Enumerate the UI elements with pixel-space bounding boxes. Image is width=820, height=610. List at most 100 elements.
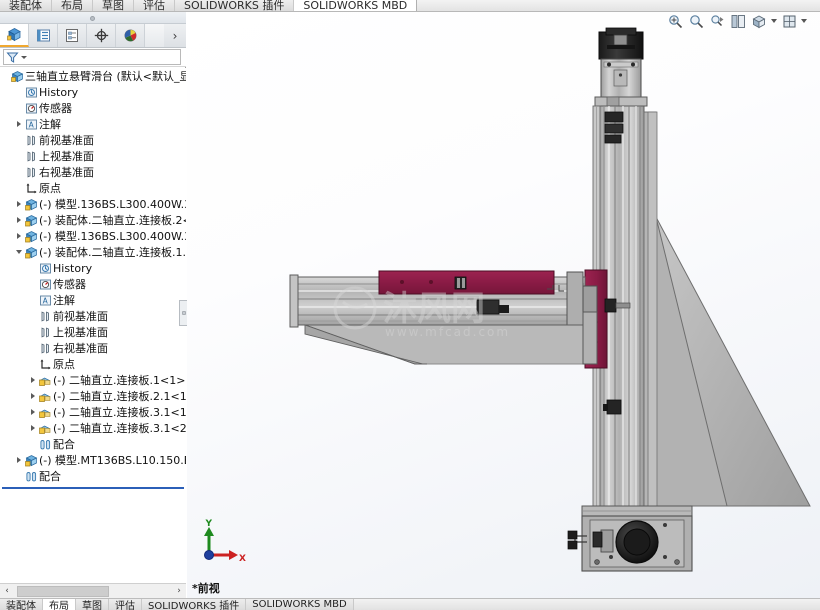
tree-item[interactable]: 右视基准面 — [0, 340, 186, 356]
tab-dimxpert-manager[interactable] — [87, 24, 116, 47]
status-tab-4[interactable]: SOLIDWORKS 插件 — [142, 599, 247, 610]
panel-pin-bar[interactable] — [0, 12, 186, 24]
expand-arrow-icon[interactable] — [17, 217, 21, 223]
tree-item-label: 原点 — [39, 182, 61, 195]
tree-item-icon-slot — [38, 342, 53, 355]
tree-item[interactable]: A 注解 — [0, 292, 186, 308]
tree-item[interactable]: 前视基准面 — [0, 308, 186, 324]
tree-expand-toggle[interactable] — [28, 393, 38, 399]
tree-expand-toggle[interactable] — [14, 233, 24, 239]
tree-item-label: 右视基准面 — [39, 166, 94, 179]
tree-item[interactable]: 配合 — [0, 436, 186, 452]
axis-triad: Y X — [199, 519, 247, 568]
expand-arrow-icon[interactable] — [17, 233, 21, 239]
tree-item[interactable]: 三轴直立悬臂滑台 (默认<默认_显示状态 — [0, 68, 186, 84]
expand-arrow-icon[interactable] — [31, 409, 35, 415]
command-tab-2[interactable]: 草图 — [93, 0, 134, 11]
status-tab-0[interactable]: 装配体 — [0, 599, 43, 610]
expand-arrow-icon[interactable] — [17, 201, 21, 207]
chevron-down-icon[interactable] — [21, 55, 27, 59]
command-tab-5[interactable]: SOLIDWORKS MBD — [294, 0, 418, 11]
tree-item[interactable]: 原点 — [0, 356, 186, 372]
tree-item[interactable]: (-) 二轴直立.连接板.3.1<2> (默 — [0, 420, 186, 436]
scroll-left-button[interactable]: ‹ — [0, 584, 14, 598]
plane-icon — [27, 135, 35, 145]
tree-item[interactable]: 上视基准面 — [0, 148, 186, 164]
tab-property-manager[interactable] — [29, 24, 58, 47]
tree-item[interactable]: 配合 — [0, 468, 186, 484]
tree-expand-toggle[interactable] — [14, 457, 24, 463]
tree-item-label: (-) 装配体.二轴直立.连接板.1.1<1> — [39, 246, 186, 259]
tree-item[interactable]: (-) 装配体.二轴直立.连接板.2<1> (默 — [0, 212, 186, 228]
tab-feature-manager-tree[interactable] — [0, 24, 29, 47]
tree-item[interactable]: (-) 二轴直立.连接板.3.1<1> (默 — [0, 404, 186, 420]
tree-expand-toggle[interactable] — [14, 217, 24, 223]
tree-item[interactable]: (-) 装配体.二轴直立.连接板.1.1<1> — [0, 244, 186, 260]
expand-arrow-icon[interactable] — [17, 457, 21, 463]
model-vector — [289, 27, 811, 572]
tree-expand-toggle[interactable] — [28, 377, 38, 383]
command-tab-4[interactable]: SOLIDWORKS 插件 — [175, 0, 295, 11]
three-axis-gantry-model[interactable] — [187, 12, 820, 598]
command-tab-3[interactable]: 评估 — [134, 0, 175, 11]
mate-icon — [40, 439, 51, 449]
tree-item[interactable]: 上视基准面 — [0, 324, 186, 340]
command-tab-1[interactable]: 布局 — [52, 0, 93, 11]
status-tab-1[interactable]: 布局 — [43, 599, 76, 610]
expand-arrow-icon[interactable] — [17, 121, 21, 127]
feature-tree[interactable]: 三轴直立悬臂滑台 (默认<默认_显示状态History传感器A注解前视基准面上视… — [0, 68, 186, 595]
tree-item-icon-slot — [24, 470, 39, 483]
tree-item-label: (-) 二轴直立.连接板.1<1> (默认 — [53, 374, 186, 387]
tree-expand-toggle[interactable] — [28, 409, 38, 415]
tree-item-label: 传感器 — [53, 278, 86, 291]
tree-item[interactable]: History — [0, 84, 186, 100]
tree-item-icon-slot — [10, 70, 25, 83]
tree-item[interactable]: (-) 模型.MT136BS.L10.150.BL.M40 — [0, 452, 186, 468]
command-tab-0[interactable]: 装配体 — [0, 0, 52, 11]
command-manager-tabstrip: 装配体 布局 草图 评估 SOLIDWORKS 插件 SOLIDWORKS MBD — [0, 0, 820, 12]
tree-filter-input[interactable] — [3, 49, 181, 65]
rollback-bar[interactable] — [2, 487, 184, 489]
tree-item-label: (-) 模型.MT136BS.L10.150.BL.M40 — [39, 454, 186, 467]
tree-item[interactable]: 传感器 — [0, 276, 186, 292]
tree-collapse-toggle[interactable] — [14, 250, 24, 254]
tree-item-icon-slot — [38, 358, 53, 371]
tab-configuration-manager[interactable] — [58, 24, 87, 47]
tree-expand-toggle[interactable] — [28, 425, 38, 431]
tree-item[interactable]: 原点 — [0, 180, 186, 196]
tree-item-label: (-) 二轴直立.连接板.2.1<1> (默 — [53, 390, 186, 403]
scroll-right-button[interactable]: › — [172, 584, 186, 598]
origin-icon — [40, 358, 51, 369]
tree-item[interactable]: (-) 二轴直立.连接板.1<1> (默认 — [0, 372, 186, 388]
expand-arrow-icon[interactable] — [31, 425, 35, 431]
tree-item-icon-slot — [38, 390, 53, 403]
graphics-area[interactable]: 沐风网 www.mfcad.com Y X *前视 — [187, 12, 820, 598]
scroll-thumb[interactable] — [17, 585, 109, 597]
expand-arrow-icon[interactable] — [31, 377, 35, 383]
panel-splitter-grip[interactable] — [179, 300, 187, 326]
manager-tab-bar: › — [0, 24, 186, 48]
tree-item[interactable]: History — [0, 260, 186, 276]
tree-item[interactable]: (-) 二轴直立.连接板.2.1<1> (默 — [0, 388, 186, 404]
tree-item[interactable]: (-) 模型.136BS.L300.400W.3D<2> — [0, 228, 186, 244]
tree-item-label: 注解 — [53, 294, 75, 307]
tree-horizontal-scrollbar[interactable]: ‹ › — [0, 583, 186, 598]
tree-item[interactable]: (-) 模型.136BS.L300.400W.3D<1> — [0, 196, 186, 212]
status-tab-2[interactable]: 草图 — [76, 599, 109, 610]
manager-tabs-overflow-button[interactable]: › — [164, 24, 186, 47]
tree-expand-toggle[interactable] — [14, 201, 24, 207]
scroll-track[interactable] — [14, 584, 172, 598]
status-tab-3[interactable]: 评估 — [109, 599, 142, 610]
tree-item[interactable]: 右视基准面 — [0, 164, 186, 180]
collapse-arrow-icon[interactable] — [16, 250, 22, 254]
tree-item[interactable]: A 注解 — [0, 116, 186, 132]
expand-arrow-icon[interactable] — [31, 393, 35, 399]
pin-icon[interactable] — [90, 16, 95, 21]
tree-expand-toggle[interactable] — [14, 121, 24, 127]
status-tab-5[interactable]: SOLIDWORKS MBD — [246, 599, 354, 610]
annotation-icon: A — [40, 295, 51, 305]
sensor-icon — [40, 279, 51, 289]
tab-display-manager[interactable] — [116, 24, 145, 47]
tree-item[interactable]: 前视基准面 — [0, 132, 186, 148]
tree-item[interactable]: 传感器 — [0, 100, 186, 116]
